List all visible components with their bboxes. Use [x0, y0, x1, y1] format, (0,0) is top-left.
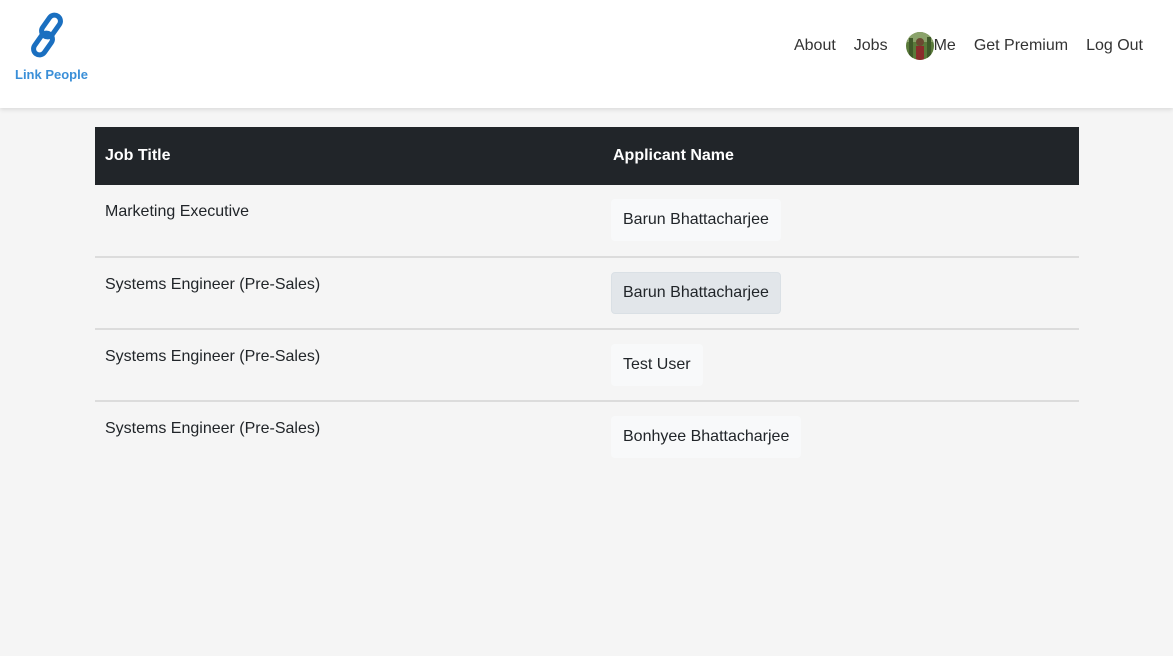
nav-links: About Jobs Me Get Premium Log Out — [794, 30, 1143, 62]
navbar: Link People About Jobs Me Get Premium Lo… — [0, 0, 1173, 108]
nav-jobs-link[interactable]: Jobs — [854, 37, 888, 55]
brand-logo-link[interactable]: Link People — [12, 10, 88, 86]
applicant-button[interactable]: Barun Bhattacharjee — [611, 199, 781, 241]
applicant-button[interactable]: Test User — [611, 344, 703, 386]
applicants-table-container: Job Title Applicant Name Marketing Execu… — [95, 127, 1079, 473]
chain-link-icon — [31, 12, 63, 58]
applicant-cell: Bonhyee Bhattacharjee — [603, 401, 1079, 473]
nav-logout-link[interactable]: Log Out — [1086, 37, 1143, 55]
brand-name: Link People — [15, 67, 88, 82]
applicant-cell: Test User — [603, 329, 1079, 401]
avatar — [905, 32, 934, 60]
applicant-button[interactable]: Bonhyee Bhattacharjee — [611, 416, 802, 458]
table-header-row: Job Title Applicant Name — [95, 127, 1079, 185]
job-title-cell: Systems Engineer (Pre-Sales) — [105, 348, 321, 365]
job-title-cell: Systems Engineer (Pre-Sales) — [105, 420, 321, 437]
table-row: Marketing Executive Barun Bhattacharjee — [95, 185, 1079, 257]
column-header-job-title: Job Title — [105, 147, 171, 164]
applicant-cell: Barun Bhattacharjee — [603, 185, 1079, 257]
job-title-cell: Marketing Executive — [105, 203, 250, 220]
table-row: Systems Engineer (Pre-Sales) Test User — [95, 329, 1079, 401]
applicant-cell: Barun Bhattacharjee — [603, 257, 1079, 329]
applicant-button[interactable]: Barun Bhattacharjee — [611, 272, 781, 314]
table-row: Systems Engineer (Pre-Sales) Bonhyee Bha… — [95, 401, 1079, 473]
nav-get-premium-link[interactable]: Get Premium — [974, 37, 1068, 55]
table-row: Systems Engineer (Pre-Sales) Barun Bhatt… — [95, 257, 1079, 329]
applicants-table: Job Title Applicant Name Marketing Execu… — [95, 127, 1079, 473]
nav-about-link[interactable]: About — [794, 37, 836, 55]
job-title-cell: Systems Engineer (Pre-Sales) — [105, 276, 321, 293]
nav-me-link[interactable]: Me — [905, 32, 956, 60]
column-header-applicant-name: Applicant Name — [613, 147, 734, 164]
nav-me-label: Me — [933, 37, 956, 54]
